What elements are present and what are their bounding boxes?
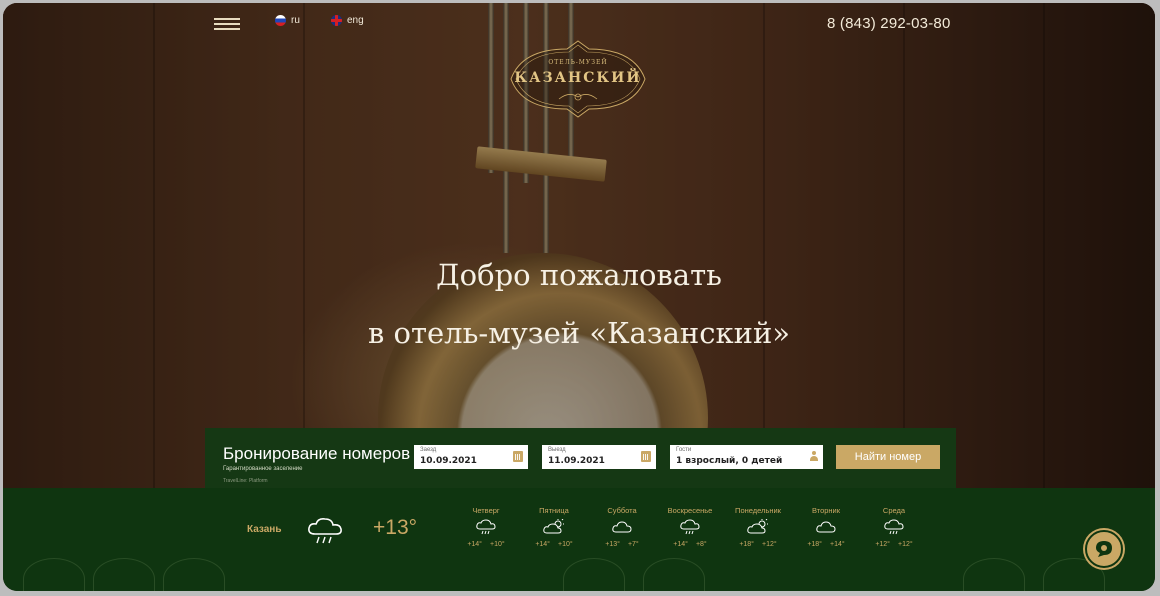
- current-temperature: +13°: [373, 516, 418, 539]
- guests-field[interactable]: Гости 1 взрослый, 0 детей: [670, 445, 823, 469]
- forecast-high: +12°: [875, 541, 890, 548]
- forecast-day-name: Суббота: [607, 506, 637, 515]
- forecast-day: Пятница +14° +10°: [521, 506, 587, 548]
- forecast-day: Суббота +13° +7°: [589, 506, 655, 548]
- lang-en-label: eng: [347, 15, 364, 26]
- forecast-day-name: Среда: [882, 506, 906, 515]
- lang-ru-label: ru: [291, 15, 300, 26]
- partly-cloudy-icon: [543, 519, 564, 534]
- checkin-value: 10.09.2021: [420, 456, 477, 466]
- chat-bubble-icon: [1096, 541, 1112, 557]
- checkout-value: 11.09.2021: [548, 456, 605, 466]
- forecast-low: +14°: [830, 541, 845, 548]
- guests-value: 1 взрослый, 0 детей: [676, 456, 783, 466]
- partly-cloudy-icon: [747, 519, 768, 534]
- calendar-icon: [513, 451, 523, 462]
- forecast-high: +14°: [467, 541, 482, 548]
- rain-cloud-icon: [308, 518, 342, 544]
- forecast-day: Понедельник +18° +12°: [725, 506, 791, 548]
- forecast-day: Среда +12° +12°: [861, 506, 927, 548]
- booking-title: Бронирование номеров: [223, 444, 411, 463]
- cloud-icon: [816, 521, 836, 533]
- forecast-high: +13°: [605, 541, 620, 548]
- lang-ru-link[interactable]: ru: [275, 15, 300, 26]
- forecast-day: Вторник +18° +14°: [793, 506, 859, 548]
- forecast-low: +8°: [695, 541, 707, 548]
- hamburger-menu-icon[interactable]: [214, 18, 240, 30]
- top-bar: ru eng 8 (843) 292-03-80: [3, 3, 1155, 43]
- booking-provider: TravelLine: Platform: [223, 478, 268, 484]
- lang-en-link[interactable]: eng: [331, 15, 364, 26]
- chat-widget-button[interactable]: [1085, 530, 1123, 568]
- checkout-label: Выезд: [548, 447, 566, 453]
- calendar-icon: [641, 451, 651, 462]
- forecast-high: +14°: [673, 541, 688, 548]
- weather-city: Казань: [247, 524, 282, 535]
- uk-flag-icon: [331, 15, 342, 26]
- cloud-icon: [612, 521, 632, 533]
- forecast-low: +7°: [627, 541, 639, 548]
- person-icon: [810, 451, 818, 461]
- forecast-high: +18°: [739, 541, 754, 548]
- logo-subtitle: ОТЕЛЬ-МУЗЕЙ: [548, 59, 608, 66]
- forecast-day-name: Пятница: [539, 506, 569, 515]
- rain-cloud-icon: [476, 519, 496, 535]
- forecast-high: +18°: [807, 541, 822, 548]
- hotel-logo[interactable]: ОТЕЛЬ-МУЗЕЙ КАЗАНСКИЙ: [509, 39, 647, 119]
- browser-viewport: ru eng 8 (843) 292-03-80 ОТЕЛЬ-МУЗЕЙ КАЗ…: [3, 3, 1155, 591]
- hero-title-line1: Добро пожаловать: [436, 258, 722, 292]
- forecast-day: Четверг +14° +10°: [453, 506, 519, 548]
- forecast-low: +12°: [762, 541, 777, 548]
- booking-form: Бронирование номеров Гарантированное зас…: [205, 428, 956, 490]
- russia-flag-icon: [275, 15, 286, 26]
- forecast-day-name: Четверг: [472, 506, 500, 515]
- forecast-day-name: Воскресенье: [667, 506, 713, 515]
- booking-subtitle: Гарантированное заселение: [223, 466, 303, 472]
- phone-number[interactable]: 8 (843) 292-03-80: [827, 15, 950, 32]
- forecast-low: +10°: [558, 541, 573, 548]
- forecast-day: Воскресенье +14° +8°: [657, 506, 723, 548]
- weather-widget: Казань +13° Четверг +14° +10° Пятница +14…: [3, 488, 1155, 591]
- forecast-high: +14°: [535, 541, 550, 548]
- checkout-field[interactable]: Выезд 11.09.2021: [542, 445, 656, 469]
- forecast-low: +10°: [490, 541, 505, 548]
- rain-cloud-icon: [884, 519, 904, 535]
- forecast-day-name: Вторник: [811, 506, 841, 515]
- forecast-day-name: Понедельник: [735, 506, 781, 515]
- guests-label: Гости: [676, 447, 692, 453]
- checkin-field[interactable]: Заезд 10.09.2021: [414, 445, 528, 469]
- rain-cloud-icon: [680, 519, 700, 535]
- checkin-label: Заезд: [420, 447, 437, 453]
- find-room-button[interactable]: Найти номер: [836, 445, 940, 469]
- forecast-low: +12°: [898, 541, 913, 548]
- logo-title: КАЗАНСКИЙ: [514, 70, 642, 86]
- hero-title-line2: в отель-музей «Казанский»: [367, 316, 791, 350]
